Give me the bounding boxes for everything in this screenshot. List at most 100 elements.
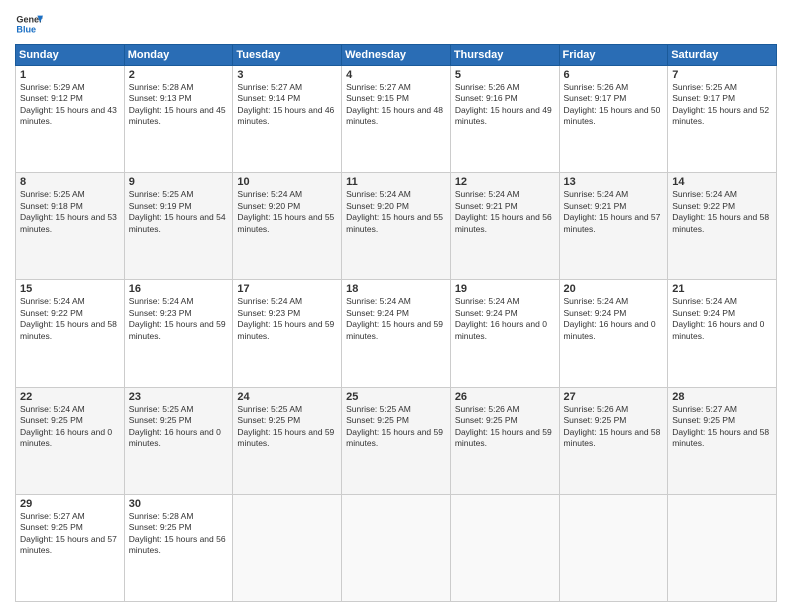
day-info: Sunrise: 5:26 AMSunset: 9:25 PMDaylight:… <box>564 404 664 450</box>
col-header-saturday: Saturday <box>668 45 777 66</box>
day-number: 25 <box>346 391 446 403</box>
calendar-week-row: 8Sunrise: 5:25 AMSunset: 9:18 PMDaylight… <box>16 173 777 280</box>
day-number: 16 <box>129 283 229 295</box>
calendar-cell: 6Sunrise: 5:26 AMSunset: 9:17 PMDaylight… <box>559 66 668 173</box>
calendar-cell: 29Sunrise: 5:27 AMSunset: 9:25 PMDayligh… <box>16 494 125 601</box>
svg-text:Blue: Blue <box>16 24 36 34</box>
day-info: Sunrise: 5:25 AMSunset: 9:19 PMDaylight:… <box>129 189 229 235</box>
day-number: 10 <box>237 176 337 188</box>
day-info: Sunrise: 5:24 AMSunset: 9:20 PMDaylight:… <box>237 189 337 235</box>
col-header-thursday: Thursday <box>450 45 559 66</box>
day-number: 20 <box>564 283 664 295</box>
day-number: 9 <box>129 176 229 188</box>
calendar-cell <box>450 494 559 601</box>
day-number: 27 <box>564 391 664 403</box>
day-info: Sunrise: 5:24 AMSunset: 9:24 PMDaylight:… <box>346 296 446 342</box>
logo-icon: General Blue <box>15 10 43 38</box>
day-info: Sunrise: 5:27 AMSunset: 9:25 PMDaylight:… <box>20 511 120 557</box>
calendar-cell: 9Sunrise: 5:25 AMSunset: 9:19 PMDaylight… <box>124 173 233 280</box>
day-info: Sunrise: 5:24 AMSunset: 9:25 PMDaylight:… <box>20 404 120 450</box>
col-header-tuesday: Tuesday <box>233 45 342 66</box>
day-number: 30 <box>129 498 229 510</box>
calendar-cell: 3Sunrise: 5:27 AMSunset: 9:14 PMDaylight… <box>233 66 342 173</box>
calendar-cell: 24Sunrise: 5:25 AMSunset: 9:25 PMDayligh… <box>233 387 342 494</box>
day-info: Sunrise: 5:29 AMSunset: 9:12 PMDaylight:… <box>20 82 120 128</box>
day-number: 3 <box>237 69 337 81</box>
day-info: Sunrise: 5:26 AMSunset: 9:16 PMDaylight:… <box>455 82 555 128</box>
calendar-week-row: 15Sunrise: 5:24 AMSunset: 9:22 PMDayligh… <box>16 280 777 387</box>
calendar-cell: 4Sunrise: 5:27 AMSunset: 9:15 PMDaylight… <box>342 66 451 173</box>
day-info: Sunrise: 5:24 AMSunset: 9:21 PMDaylight:… <box>564 189 664 235</box>
day-number: 18 <box>346 283 446 295</box>
calendar-week-row: 22Sunrise: 5:24 AMSunset: 9:25 PMDayligh… <box>16 387 777 494</box>
day-number: 19 <box>455 283 555 295</box>
calendar-cell: 19Sunrise: 5:24 AMSunset: 9:24 PMDayligh… <box>450 280 559 387</box>
day-info: Sunrise: 5:28 AMSunset: 9:25 PMDaylight:… <box>129 511 229 557</box>
day-info: Sunrise: 5:24 AMSunset: 9:22 PMDaylight:… <box>20 296 120 342</box>
calendar-table: SundayMondayTuesdayWednesdayThursdayFrid… <box>15 44 777 602</box>
calendar-cell: 22Sunrise: 5:24 AMSunset: 9:25 PMDayligh… <box>16 387 125 494</box>
day-info: Sunrise: 5:25 AMSunset: 9:25 PMDaylight:… <box>346 404 446 450</box>
calendar-cell: 2Sunrise: 5:28 AMSunset: 9:13 PMDaylight… <box>124 66 233 173</box>
day-number: 5 <box>455 69 555 81</box>
calendar-cell: 17Sunrise: 5:24 AMSunset: 9:23 PMDayligh… <box>233 280 342 387</box>
day-number: 28 <box>672 391 772 403</box>
day-info: Sunrise: 5:24 AMSunset: 9:24 PMDaylight:… <box>672 296 772 342</box>
day-info: Sunrise: 5:27 AMSunset: 9:14 PMDaylight:… <box>237 82 337 128</box>
calendar-week-row: 1Sunrise: 5:29 AMSunset: 9:12 PMDaylight… <box>16 66 777 173</box>
calendar-cell: 23Sunrise: 5:25 AMSunset: 9:25 PMDayligh… <box>124 387 233 494</box>
day-number: 13 <box>564 176 664 188</box>
calendar-cell: 5Sunrise: 5:26 AMSunset: 9:16 PMDaylight… <box>450 66 559 173</box>
calendar-cell: 16Sunrise: 5:24 AMSunset: 9:23 PMDayligh… <box>124 280 233 387</box>
calendar-cell: 21Sunrise: 5:24 AMSunset: 9:24 PMDayligh… <box>668 280 777 387</box>
calendar-cell: 28Sunrise: 5:27 AMSunset: 9:25 PMDayligh… <box>668 387 777 494</box>
calendar-cell: 15Sunrise: 5:24 AMSunset: 9:22 PMDayligh… <box>16 280 125 387</box>
day-info: Sunrise: 5:26 AMSunset: 9:17 PMDaylight:… <box>564 82 664 128</box>
day-number: 23 <box>129 391 229 403</box>
day-number: 7 <box>672 69 772 81</box>
day-number: 1 <box>20 69 120 81</box>
day-info: Sunrise: 5:24 AMSunset: 9:20 PMDaylight:… <box>346 189 446 235</box>
day-info: Sunrise: 5:24 AMSunset: 9:22 PMDaylight:… <box>672 189 772 235</box>
day-number: 24 <box>237 391 337 403</box>
calendar-cell: 8Sunrise: 5:25 AMSunset: 9:18 PMDaylight… <box>16 173 125 280</box>
day-info: Sunrise: 5:25 AMSunset: 9:18 PMDaylight:… <box>20 189 120 235</box>
day-number: 12 <box>455 176 555 188</box>
col-header-monday: Monday <box>124 45 233 66</box>
calendar-cell: 18Sunrise: 5:24 AMSunset: 9:24 PMDayligh… <box>342 280 451 387</box>
calendar-cell <box>342 494 451 601</box>
col-header-wednesday: Wednesday <box>342 45 451 66</box>
logo: General Blue <box>15 10 43 38</box>
day-number: 2 <box>129 69 229 81</box>
calendar-cell <box>233 494 342 601</box>
page-header: General Blue <box>15 10 777 38</box>
calendar-cell: 25Sunrise: 5:25 AMSunset: 9:25 PMDayligh… <box>342 387 451 494</box>
day-number: 11 <box>346 176 446 188</box>
day-number: 21 <box>672 283 772 295</box>
calendar-cell: 1Sunrise: 5:29 AMSunset: 9:12 PMDaylight… <box>16 66 125 173</box>
calendar-cell: 10Sunrise: 5:24 AMSunset: 9:20 PMDayligh… <box>233 173 342 280</box>
calendar-header-row: SundayMondayTuesdayWednesdayThursdayFrid… <box>16 45 777 66</box>
calendar-cell: 13Sunrise: 5:24 AMSunset: 9:21 PMDayligh… <box>559 173 668 280</box>
col-header-friday: Friday <box>559 45 668 66</box>
day-info: Sunrise: 5:24 AMSunset: 9:21 PMDaylight:… <box>455 189 555 235</box>
col-header-sunday: Sunday <box>16 45 125 66</box>
calendar-cell: 12Sunrise: 5:24 AMSunset: 9:21 PMDayligh… <box>450 173 559 280</box>
day-info: Sunrise: 5:25 AMSunset: 9:25 PMDaylight:… <box>237 404 337 450</box>
day-info: Sunrise: 5:26 AMSunset: 9:25 PMDaylight:… <box>455 404 555 450</box>
calendar-week-row: 29Sunrise: 5:27 AMSunset: 9:25 PMDayligh… <box>16 494 777 601</box>
calendar-cell: 27Sunrise: 5:26 AMSunset: 9:25 PMDayligh… <box>559 387 668 494</box>
day-number: 8 <box>20 176 120 188</box>
calendar-cell: 26Sunrise: 5:26 AMSunset: 9:25 PMDayligh… <box>450 387 559 494</box>
day-info: Sunrise: 5:24 AMSunset: 9:24 PMDaylight:… <box>564 296 664 342</box>
calendar-cell <box>559 494 668 601</box>
day-number: 29 <box>20 498 120 510</box>
day-number: 22 <box>20 391 120 403</box>
day-number: 15 <box>20 283 120 295</box>
day-info: Sunrise: 5:24 AMSunset: 9:23 PMDaylight:… <box>129 296 229 342</box>
calendar-cell: 14Sunrise: 5:24 AMSunset: 9:22 PMDayligh… <box>668 173 777 280</box>
day-number: 6 <box>564 69 664 81</box>
day-number: 17 <box>237 283 337 295</box>
day-info: Sunrise: 5:27 AMSunset: 9:25 PMDaylight:… <box>672 404 772 450</box>
day-info: Sunrise: 5:25 AMSunset: 9:25 PMDaylight:… <box>129 404 229 450</box>
